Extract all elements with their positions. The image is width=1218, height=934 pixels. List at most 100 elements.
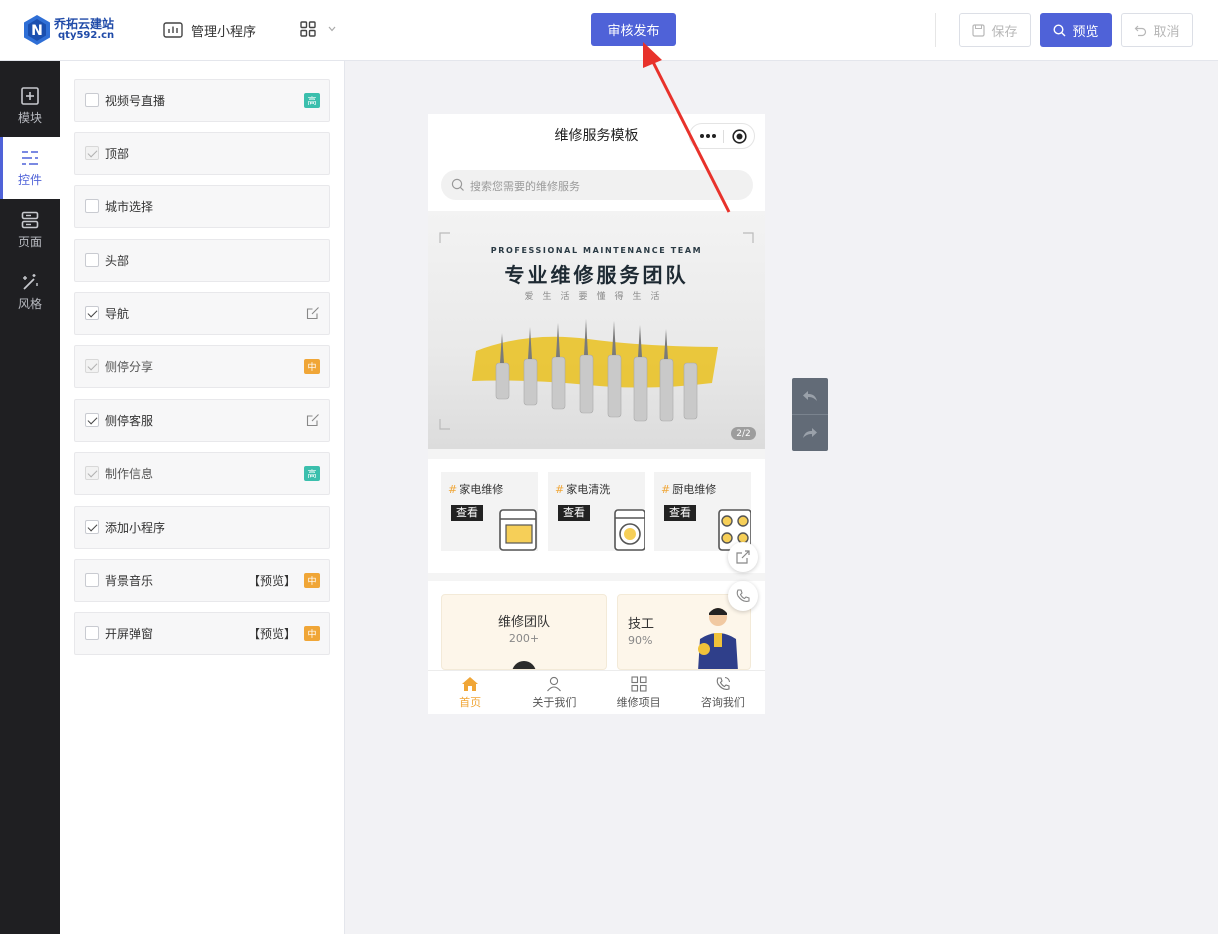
phone-call-icon (716, 676, 730, 690)
banner-subtitle: 爱生活要懂得生活 (524, 292, 669, 302)
feature-value: 200+ (508, 632, 540, 645)
nav-item-modules[interactable]: 模块 (0, 75, 60, 137)
user-icon (547, 676, 562, 691)
close-target-icon[interactable] (732, 129, 747, 144)
manage-miniprogram-button[interactable]: 管理小程序 (163, 20, 256, 40)
category-name: # 厨电维修 (661, 483, 717, 496)
home-icon (462, 676, 479, 691)
edit-icon[interactable] (306, 413, 320, 427)
view-button[interactable]: 查看 (558, 505, 590, 521)
level-badge: 中 (304, 573, 320, 588)
nav-item-controls[interactable]: 控件 (0, 137, 60, 199)
feature-title: 维修团队 (497, 615, 550, 630)
control-row-header[interactable]: 头部 (74, 239, 330, 282)
preview-link[interactable]: 【预览】 (248, 572, 296, 589)
control-label: 顶部 (105, 147, 130, 161)
control-row-video-live[interactable]: 视频号直播 高 (74, 79, 330, 122)
save-icon (972, 23, 986, 37)
app-grid-dropdown[interactable] (300, 21, 336, 37)
tab-label: 首页 (459, 695, 482, 709)
logo[interactable]: N 乔拓云建站 qty592.cn (22, 12, 122, 48)
nav-item-style[interactable]: 风格 (0, 261, 60, 323)
feature-card-team[interactable]: 维修团队 200+ (441, 594, 607, 670)
tab-contact[interactable]: 咨询我们 (681, 671, 765, 714)
control-label: 制作信息 (105, 467, 154, 481)
checkbox[interactable] (85, 253, 99, 267)
nav-label: 页面 (17, 234, 42, 249)
category-card-appliance-repair[interactable]: # 家电维修 查看 (441, 472, 538, 551)
category-card-appliance-cleaning[interactable]: # 家电清洗 查看 (548, 472, 645, 551)
more-icon[interactable] (699, 132, 717, 140)
level-badge: 高 (304, 466, 320, 481)
nav-label: 风格 (17, 296, 42, 311)
checkbox[interactable] (85, 520, 99, 534)
grid-icon (631, 675, 647, 692)
section-separator (428, 573, 765, 581)
checkbox[interactable] (85, 626, 99, 640)
save-button[interactable]: 保存 (959, 13, 1031, 47)
banner-zh-title: 专业维修服务团队 (504, 263, 689, 287)
banner-carousel[interactable]: PROFESSIONAL MAINTENANCE TEAM 专业维修服务团队 爱… (428, 211, 765, 449)
share-float-button[interactable] (728, 542, 758, 572)
preview-link[interactable]: 【预览】 (248, 625, 296, 642)
magic-wand-icon (23, 273, 38, 290)
reply-arrow-icon (803, 391, 817, 401)
category-card-kitchen-repair[interactable]: # 厨电维修 查看 (654, 472, 751, 551)
washing-machine-icon (614, 509, 645, 551)
control-row-credits[interactable]: 制作信息 高 (74, 452, 330, 495)
cancel-button[interactable]: 取消 (1121, 13, 1193, 47)
capsule-menu[interactable] (689, 123, 755, 149)
logo-mark-icon: N (24, 15, 50, 45)
undo-icon (1135, 25, 1147, 36)
control-row-side-service[interactable]: 侧停客服 (74, 399, 330, 442)
control-label: 视频号直播 (105, 94, 166, 108)
plus-square-icon (21, 86, 39, 105)
publish-button[interactable]: 审核发布 (591, 13, 676, 46)
tab-services[interactable]: 维修项目 (597, 671, 681, 714)
share-icon (736, 550, 750, 564)
control-row-side-share[interactable]: 侧停分享 中 (74, 345, 330, 388)
view-button[interactable]: 查看 (451, 505, 483, 521)
checkbox[interactable] (85, 413, 99, 427)
control-label: 背景音乐 (105, 574, 154, 588)
control-row-navigation[interactable]: 导航 (74, 292, 330, 335)
active-indicator (0, 137, 3, 199)
search-input[interactable]: 搜索您需要的维修服务 (441, 170, 753, 200)
control-row-splash-popup[interactable]: 开屏弹窗 【预览】 中 (74, 612, 330, 655)
forward-arrow-icon (803, 428, 817, 438)
checkbox (85, 146, 99, 160)
nav-label: 模块 (17, 110, 42, 125)
redo-button[interactable] (792, 415, 828, 451)
search-icon (451, 178, 464, 191)
undo-button[interactable] (792, 378, 828, 414)
checkbox[interactable] (85, 93, 99, 107)
checkbox[interactable] (85, 306, 99, 320)
view-button[interactable]: 查看 (664, 505, 696, 521)
tab-label: 咨询我们 (700, 695, 745, 709)
control-row-top[interactable]: 顶部 (74, 132, 330, 175)
oven-icon (499, 509, 537, 551)
control-label: 侧停客服 (105, 414, 154, 428)
tab-about[interactable]: 关于我们 (512, 671, 596, 714)
checkbox[interactable] (85, 573, 99, 587)
nav-item-pages[interactable]: 页面 (0, 199, 60, 261)
control-row-bg-music[interactable]: 背景音乐 【预览】 中 (74, 559, 330, 602)
category-name: # 家电维修 (448, 483, 504, 496)
control-row-add-miniprogram[interactable]: 添加小程序 (74, 506, 330, 549)
phone-float-button[interactable] (728, 581, 758, 611)
level-badge: 高 (304, 93, 320, 108)
bar-chart-icon (163, 22, 183, 38)
checkbox[interactable] (85, 199, 99, 213)
preview-button[interactable]: 预览 (1040, 13, 1112, 47)
left-nav: 模块 控件 页面 风格 (0, 61, 60, 934)
section-separator (428, 449, 765, 459)
tab-bar: 首页 关于我们 维修项目 咨询我们 (428, 670, 765, 714)
level-badge: 中 (304, 626, 320, 641)
edit-icon[interactable] (306, 306, 320, 320)
tab-home[interactable]: 首页 (428, 671, 512, 714)
phone-preview: 维修服务模板 搜索您需要的维修服务 PROFESSIONAL MAINTENAN… (428, 114, 765, 714)
control-label: 开屏弹窗 (105, 627, 154, 641)
control-row-city-select[interactable]: 城市选择 (74, 185, 330, 228)
feature-title: 技工 (628, 617, 655, 632)
cancel-label: 取消 (1153, 24, 1180, 40)
